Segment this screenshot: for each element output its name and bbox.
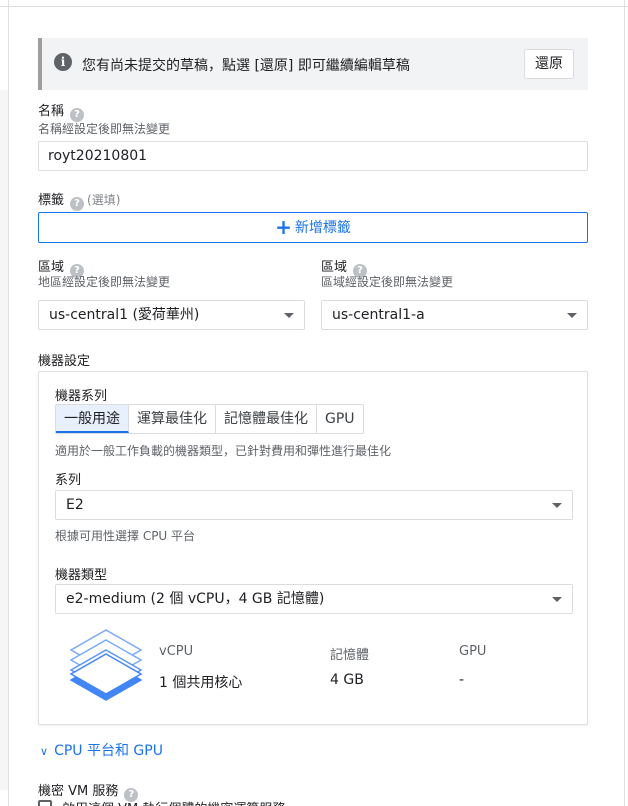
confidential-vm-checkbox[interactable] xyxy=(38,800,52,806)
restore-button[interactable]: 還原 xyxy=(524,49,574,79)
series-label: 系列 xyxy=(55,473,82,488)
gpu-value: - xyxy=(459,672,465,688)
tab-compute-optimized[interactable]: 運算最佳化 xyxy=(129,405,216,433)
machine-stack-icon xyxy=(69,629,143,701)
dropdown-caret-icon xyxy=(284,313,294,318)
draft-banner-message: 您有尚未提交的草稿，點選 [還原] 即可繼續編輯草稿 xyxy=(82,58,410,74)
top-divider xyxy=(0,6,628,7)
name-hint: 名稱經設定後即無法變更 xyxy=(38,122,171,136)
double-chevron-down-icon: ∨ xyxy=(40,745,49,758)
left-panel-edge xyxy=(0,90,8,790)
dropdown-caret-icon xyxy=(552,503,562,508)
region-select[interactable]: us-central1 (愛荷華州) xyxy=(38,300,305,330)
labels-label: 標籤? (選填) xyxy=(38,193,121,211)
series-select[interactable]: E2 xyxy=(55,490,573,520)
region-hint: 地區經設定後即無法變更 xyxy=(38,275,171,289)
right-divider xyxy=(624,0,625,806)
series-hint: 根據可用性選擇 CPU 平台 xyxy=(55,529,196,543)
gpu-header: GPU xyxy=(459,644,487,659)
add-label-button[interactable]: + 新增標籤 xyxy=(38,212,588,243)
tab-gpu[interactable]: GPU xyxy=(317,405,363,433)
confidential-vm-checkbox-label: 啟用這個 VM 執行個體的機密運算服務 xyxy=(62,798,285,806)
dropdown-caret-icon xyxy=(567,313,577,318)
machine-family-tabs: 一般用途 運算最佳化 記憶體最佳化 GPU xyxy=(55,404,364,434)
plus-icon: + xyxy=(275,215,292,239)
tab-general-purpose[interactable]: 一般用途 xyxy=(56,405,129,433)
machine-type-label: 機器類型 xyxy=(55,568,108,583)
vcpu-header: vCPU xyxy=(159,644,194,659)
machine-family-description: 適用於一般工作負載的機器類型，已針對費用和彈性進行最佳化 xyxy=(55,444,392,458)
memory-header: 記憶體 xyxy=(330,648,370,663)
machine-config-card: 機器系列 一般用途 運算最佳化 記憶體最佳化 GPU 適用於一般工作負載的機器類… xyxy=(38,371,588,725)
help-icon[interactable]: ? xyxy=(70,197,85,211)
left-divider xyxy=(8,0,9,806)
tab-memory-optimized[interactable]: 記憶體最佳化 xyxy=(216,405,317,433)
vcpu-value: 1 個共用核心 xyxy=(159,675,243,691)
optional-tag: (選填) xyxy=(87,193,121,207)
info-icon: i xyxy=(54,53,72,71)
dropdown-caret-icon xyxy=(552,597,562,602)
memory-value: 4 GB xyxy=(330,672,364,688)
cpu-platform-gpu-expander[interactable]: ∨ CPU 平台和 GPU xyxy=(40,740,163,760)
machine-config-heading: 機器設定 xyxy=(38,354,91,369)
machine-family-label: 機器系列 xyxy=(55,389,108,404)
machine-type-select[interactable]: e2-medium (2 個 vCPU，4 GB 記憶體) xyxy=(55,584,573,614)
name-label: 名稱? xyxy=(38,100,85,122)
zone-select[interactable]: us-central1-a xyxy=(321,300,588,330)
zone-hint: 區域經設定後即無法變更 xyxy=(321,275,454,289)
name-input[interactable]: royt20210801 xyxy=(38,141,588,171)
draft-banner: i 您有尚未提交的草稿，點選 [還原] 即可繼續編輯草稿 還原 xyxy=(38,38,588,90)
